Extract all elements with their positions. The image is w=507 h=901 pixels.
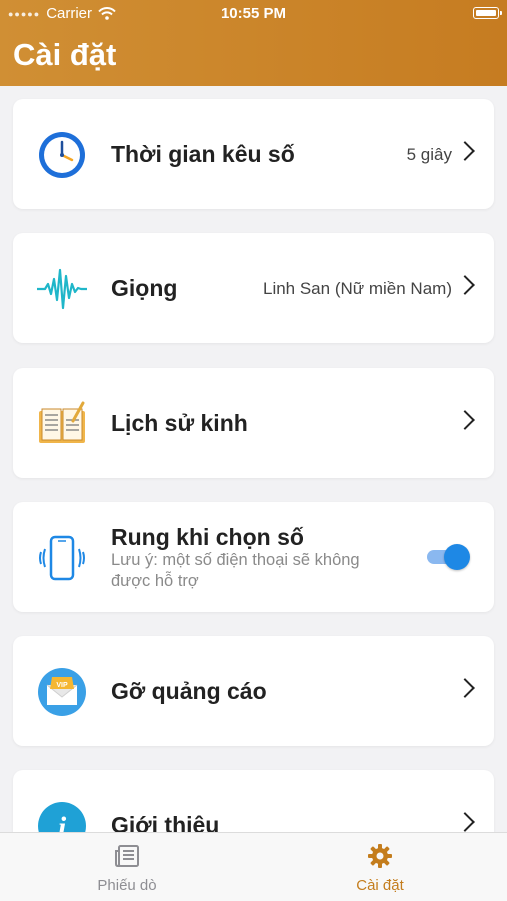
setting-value: Linh San (Nữ miền Nam) bbox=[262, 279, 452, 298]
setting-about[interactable]: i Giới thiệu bbox=[13, 770, 494, 832]
battery-icon bbox=[473, 7, 502, 19]
setting-call-interval[interactable]: Thời gian kêu số 5 giây bbox=[13, 99, 494, 209]
setting-voice[interactable]: Giọng Linh San (Nữ miền Nam) bbox=[13, 233, 494, 343]
gear-icon bbox=[368, 844, 392, 868]
tab-label: Cài đặt bbox=[356, 877, 404, 894]
chevron-right-icon bbox=[455, 141, 475, 161]
setting-history[interactable]: Lịch sử kinh bbox=[13, 368, 494, 478]
vip-ad-icon: VIP bbox=[38, 668, 86, 716]
book-icon bbox=[39, 401, 85, 443]
settings-list[interactable]: Thời gian kêu số 5 giây Giọng Linh San (… bbox=[0, 86, 507, 832]
app-header: ●●●●● Carrier 10:55 PM Cài đặt bbox=[0, 0, 507, 86]
setting-label: Giọng bbox=[111, 275, 178, 301]
setting-note: Lưu ý: một số điện thoại sẽ không được h… bbox=[111, 551, 360, 590]
clock-time: 10:55 PM bbox=[220, 5, 287, 22]
tab-bar: Phiếu dò Cài đặt bbox=[0, 832, 507, 901]
tab-label: Phiếu dò bbox=[97, 877, 157, 894]
chevron-right-icon bbox=[455, 812, 475, 832]
newspaper-icon bbox=[115, 845, 139, 867]
vibrate-toggle[interactable] bbox=[425, 544, 470, 570]
svg-text:VIP: VIP bbox=[56, 682, 68, 689]
setting-label: Thời gian kêu số bbox=[111, 141, 295, 167]
setting-label: Lịch sử kinh bbox=[111, 410, 248, 436]
tab-cai-dat[interactable]: Cài đặt bbox=[310, 843, 450, 894]
chevron-right-icon bbox=[455, 275, 475, 295]
page-title: Cài đặt bbox=[13, 37, 117, 72]
vibrate-phone-icon bbox=[39, 535, 85, 581]
svg-text:i: i bbox=[58, 811, 67, 832]
setting-label: Giới thiệu bbox=[111, 812, 220, 832]
chevron-right-icon bbox=[455, 410, 475, 430]
clock-icon bbox=[39, 132, 85, 178]
setting-label: Gỡ quảng cáo bbox=[111, 678, 267, 704]
info-icon: i bbox=[38, 802, 86, 832]
setting-value: 5 giây bbox=[406, 145, 452, 164]
setting-vibrate[interactable]: Rung khi chọn số Lưu ý: một số điện thoạ… bbox=[13, 502, 494, 612]
toggle-knob bbox=[444, 544, 470, 570]
setting-label: Rung khi chọn số bbox=[111, 524, 304, 550]
chevron-right-icon bbox=[455, 678, 475, 698]
setting-remove-ads[interactable]: VIP Gỡ quảng cáo bbox=[13, 636, 494, 746]
tab-phieu-do[interactable]: Phiếu dò bbox=[57, 843, 197, 894]
voice-wave-icon bbox=[37, 268, 87, 310]
status-bar: ●●●●● Carrier 10:55 PM bbox=[0, 0, 507, 28]
